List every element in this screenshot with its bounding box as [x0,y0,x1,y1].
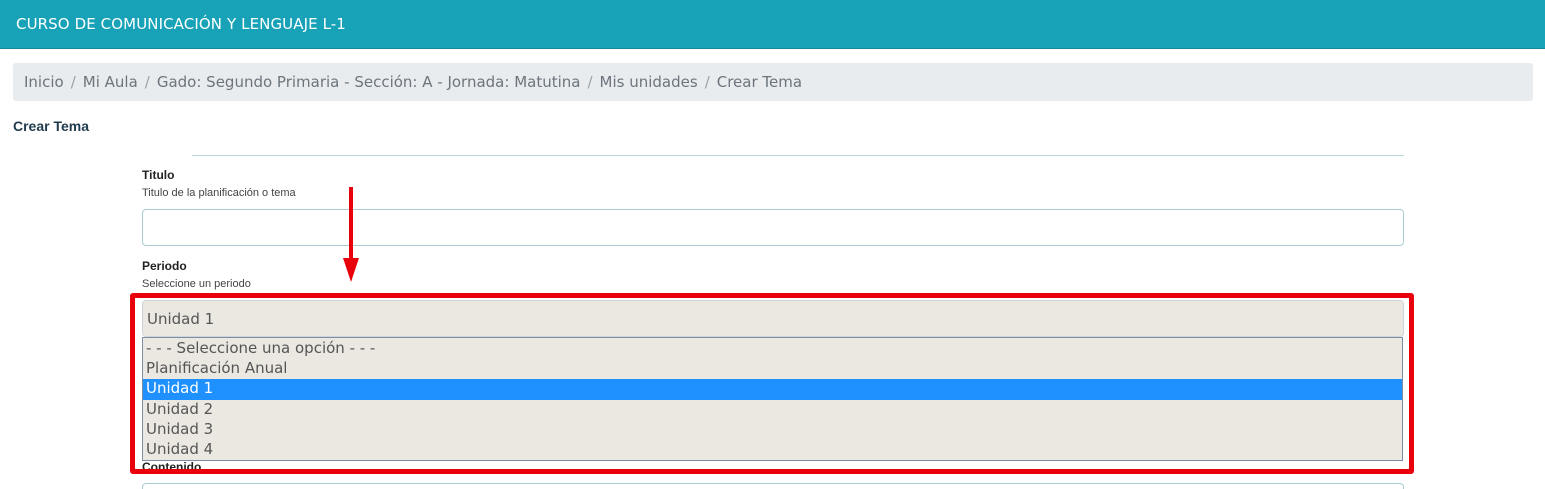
periodo-option[interactable]: Unidad 2 [143,400,1402,420]
periodo-option[interactable]: - - - Seleccione una opción - - - [143,339,1402,359]
breadcrumb-separator: / [70,73,76,91]
periodo-option[interactable]: Unidad 4 [143,440,1402,460]
breadcrumb-grado[interactable]: Gado: Segundo Primaria - Sección: A - Jo… [157,73,581,91]
titulo-label: Titulo [142,168,175,182]
periodo-option-selected[interactable]: Unidad 1 [143,379,1402,400]
breadcrumb-mis-unidades[interactable]: Mis unidades [600,73,698,91]
breadcrumb-separator: / [144,73,150,91]
periodo-label: Periodo [142,259,187,273]
breadcrumb-separator: / [587,73,593,91]
annotation-arrow-icon [343,258,359,282]
periodo-option[interactable]: Planificación Anual [143,359,1402,379]
form-divider [192,155,1404,156]
breadcrumb-inicio[interactable]: Inicio [24,73,64,91]
page-title: Crear Tema [13,118,90,134]
periodo-option[interactable]: Unidad 3 [143,420,1402,440]
app-header: CURSO DE COMUNICACIÓN Y LENGUAJE L-1 [0,0,1545,49]
periodo-select[interactable]: Unidad 1 [142,300,1404,337]
breadcrumb: Inicio / Mi Aula / Gado: Segundo Primari… [13,63,1533,101]
periodo-dropdown-list: - - - Seleccione una opción - - - Planif… [142,337,1403,461]
contenido-label: Contenido [142,460,202,474]
periodo-help: Seleccione un periodo [142,278,251,290]
annotation-arrow-shaft [349,187,353,259]
breadcrumb-separator: / [704,73,710,91]
titulo-help: Titulo de la planificación o tema [142,187,296,199]
titulo-input[interactable] [142,209,1404,246]
breadcrumb-mi-aula[interactable]: Mi Aula [83,73,138,91]
course-title: CURSO DE COMUNICACIÓN Y LENGUAJE L-1 [16,15,346,33]
contenido-input[interactable] [142,483,1404,489]
breadcrumb-crear-tema: Crear Tema [716,73,803,91]
